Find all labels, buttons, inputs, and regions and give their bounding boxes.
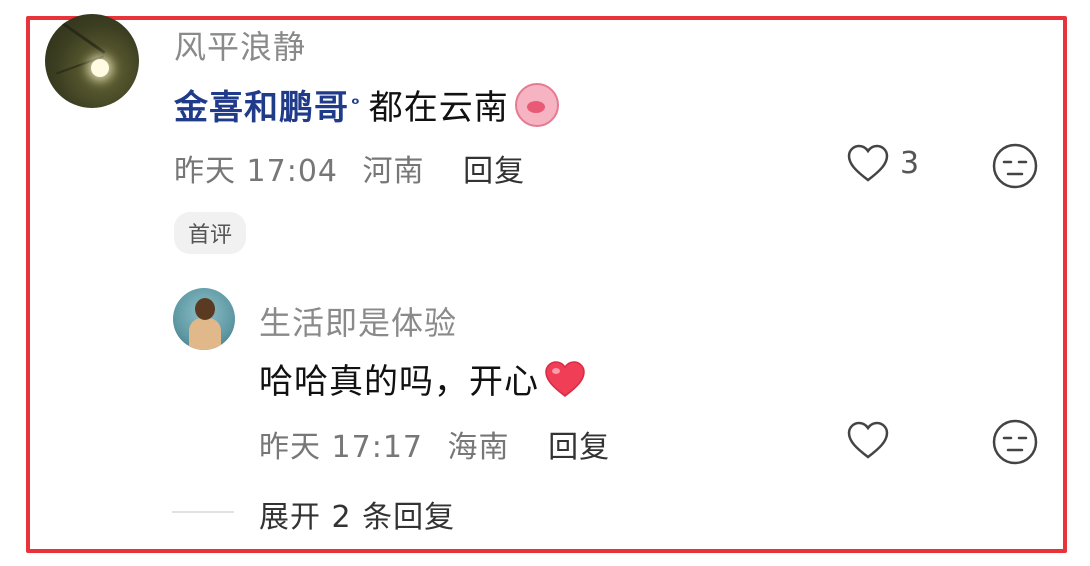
- search-icon[interactable]: ᵒ: [351, 94, 361, 115]
- reply-timestamp: 昨天 17:17: [259, 430, 423, 465]
- like-count: 3: [900, 145, 920, 181]
- red-heart-emoji-icon: [545, 360, 585, 397]
- timestamp: 昨天 17:04: [174, 154, 338, 189]
- comment-body: 都在云南: [368, 88, 509, 128]
- reply-location: 海南: [447, 430, 510, 465]
- reply-meta: 昨天 17:17 海南 回复: [259, 422, 624, 466]
- reply-avatar[interactable]: [173, 288, 235, 350]
- heart-outline-icon: [847, 421, 889, 459]
- mention-link[interactable]: 金喜和鹏哥: [174, 80, 349, 129]
- like-button[interactable]: 3: [846, 143, 919, 183]
- first-comment-badge: 首评: [174, 212, 247, 254]
- reply-dislike-face-icon[interactable]: [991, 418, 1039, 466]
- username[interactable]: 风平浪静: [174, 22, 306, 68]
- reply-reply-button[interactable]: 回复: [548, 430, 610, 465]
- avatar[interactable]: [45, 14, 139, 108]
- expand-replies-button[interactable]: 展开 2 条回复: [259, 492, 455, 536]
- reply-text: 哈哈真的吗，开心: [259, 354, 587, 403]
- pig-emoji-icon: [514, 82, 559, 127]
- comment-meta: 昨天 17:04 河南 回复: [174, 146, 539, 190]
- reply-username[interactable]: 生活即是体验: [259, 298, 457, 344]
- reply-like-button[interactable]: [846, 420, 890, 460]
- comment-text: 金喜和鹏哥 ᵒ 都在云南: [174, 80, 559, 129]
- dislike-face-icon[interactable]: [991, 142, 1039, 190]
- reply-button[interactable]: 回复: [463, 154, 525, 189]
- reply-body: 哈哈真的吗，开心: [259, 362, 539, 402]
- location: 河南: [362, 154, 425, 189]
- divider: [172, 511, 234, 513]
- heart-outline-icon: [847, 144, 889, 182]
